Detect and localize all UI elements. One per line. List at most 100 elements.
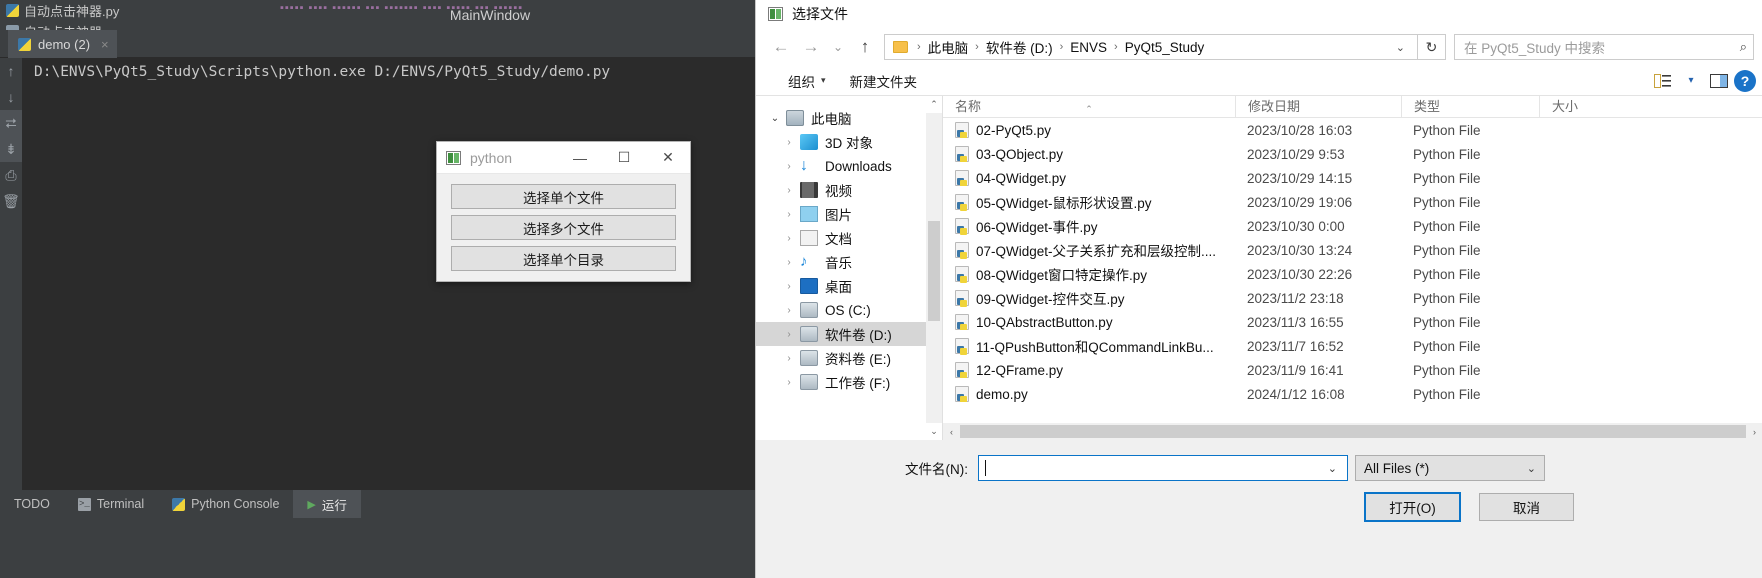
column-header-date[interactable]: 修改日期 (1235, 96, 1401, 118)
table-row[interactable]: 04-QWidget.py 2023/10/29 14:15 Python Fi… (943, 166, 1762, 190)
breadcrumb-sep: › (975, 41, 979, 53)
nav-item-documents[interactable]: › 文档 (756, 226, 926, 250)
nav-item-3d-objects[interactable]: › 3D 对象 (756, 130, 926, 154)
chevron-down-icon[interactable]: ⌄ (1527, 462, 1540, 475)
table-row[interactable]: 09-QWidget-控件交互.py 2023/11/2 23:18 Pytho… (943, 286, 1762, 310)
python-app-window: python — ☐ ✕ 选择单个文件 选择多个文件 选择单个目录 (436, 141, 691, 282)
up-arrow-icon[interactable]: ↑ (0, 58, 22, 84)
nav-item-work-f[interactable]: › 工作卷 (F:) (756, 370, 926, 394)
up-one-level-icon[interactable]: ↑ (850, 32, 880, 62)
print-icon[interactable]: ⎙ (0, 162, 22, 188)
table-row[interactable]: 12-QFrame.py 2023/11/9 16:41 Python File (943, 358, 1762, 382)
scroll-right-icon[interactable]: › (1746, 423, 1762, 440)
scroll-left-icon[interactable]: ‹ (943, 423, 960, 440)
file-name-cell: 04-QWidget.py (943, 170, 1235, 186)
open-button[interactable]: 打开(O) (1364, 492, 1461, 522)
nav-item-pictures[interactable]: › 图片 (756, 202, 926, 226)
run-tab-demo[interactable]: demo (2) × (8, 30, 117, 58)
breadcrumb-item-0[interactable]: 此电脑 (928, 37, 969, 57)
nav-item-videos[interactable]: › 视频 (756, 178, 926, 202)
nav-item-os-c[interactable]: › OS (C:) (756, 298, 926, 322)
statusbar-run[interactable]: ▶ 运行 (293, 490, 361, 518)
table-row[interactable]: demo.py 2024/1/12 16:08 Python File (943, 382, 1762, 406)
breadcrumb-item-3[interactable]: PyQt5_Study (1125, 40, 1205, 55)
table-row[interactable]: 02-PyQt5.py 2023/10/28 16:03 Python File (943, 118, 1762, 142)
file-name-label: 05-QWidget-鼠标形状设置.py (976, 196, 1152, 211)
down-arrow-icon[interactable]: ↓ (0, 84, 22, 110)
column-header-type[interactable]: 类型 (1401, 96, 1539, 118)
view-list-icon[interactable] (1650, 70, 1676, 92)
scrollbar-thumb[interactable] (928, 221, 940, 321)
scroll-up-icon[interactable]: ⌃ (926, 96, 942, 113)
chevron-down-icon[interactable]: ⌄ (1328, 462, 1343, 475)
refresh-icon[interactable]: ↻ (1418, 34, 1446, 60)
table-row[interactable]: 03-QObject.py 2023/10/29 9:53 Python Fil… (943, 142, 1762, 166)
table-row[interactable]: 11-QPushButton和QCommandLinkBu... 2023/11… (943, 334, 1762, 358)
project-file-row[interactable]: 自动点击神器.py (0, 0, 225, 21)
soft-wrap-icon[interactable]: ⮂ (0, 110, 22, 136)
file-type-cell: Python File (1413, 314, 1481, 330)
scrollbar-track[interactable] (926, 113, 942, 423)
filename-input[interactable]: ⌄ (978, 455, 1348, 481)
search-input[interactable]: 在 PyQt5_Study 中搜索 ⌕ (1454, 34, 1754, 60)
chevron-right-icon[interactable]: › (778, 353, 800, 364)
scroll-to-end-icon[interactable]: ⇟ (0, 136, 22, 162)
nav-pane-scrollbar[interactable]: ⌃ ⌄ (926, 96, 942, 440)
help-icon[interactable]: ? (1734, 69, 1756, 92)
file-type-filter-select[interactable]: All Files (*) ⌄ (1355, 455, 1545, 481)
chevron-right-icon[interactable]: › (778, 329, 800, 340)
scrollbar-thumb[interactable] (960, 425, 1746, 438)
qt-app-icon (768, 7, 783, 21)
minimize-icon[interactable]: — (558, 142, 602, 174)
chevron-right-icon[interactable]: › (778, 161, 800, 172)
select-single-file-button[interactable]: 选择单个文件 (451, 184, 676, 209)
back-icon[interactable]: ← (766, 32, 796, 62)
ide-window: ▪▪▪▪▪ ▪▪▪▪ ▪▪▪▪▪▪ ▪▪▪ ▪▪▪▪▪▪▪ ▪▪▪▪ ▪▪▪▪▪… (0, 0, 755, 578)
chevron-down-icon[interactable]: ⌄ (764, 113, 786, 124)
organize-button[interactable]: 组织 ▾ (776, 71, 838, 91)
table-row[interactable]: 05-QWidget-鼠标形状设置.py 2023/10/29 19:06 Py… (943, 190, 1762, 214)
table-row[interactable]: 06-QWidget-事件.py 2023/10/30 0:00 Python … (943, 214, 1762, 238)
statusbar-python-console[interactable]: Python Console (158, 490, 293, 518)
column-header-name[interactable]: 名称 ⌃ (943, 96, 1235, 118)
forward-icon[interactable]: → (796, 32, 826, 62)
chevron-right-icon[interactable]: › (778, 233, 800, 244)
chevron-down-icon[interactable]: ▾ (1678, 70, 1704, 92)
trash-icon[interactable]: 🗑 (0, 188, 22, 214)
table-row[interactable]: 08-QWidget窗口特定操作.py 2023/10/30 22:26 Pyt… (943, 262, 1762, 286)
chevron-right-icon[interactable]: › (778, 281, 800, 292)
editor-tab-mainwindow[interactable]: MainWindow (225, 0, 755, 30)
chevron-right-icon[interactable]: › (778, 305, 800, 316)
chevron-right-icon[interactable]: › (778, 257, 800, 268)
nav-item-downloads[interactable]: › Downloads (756, 154, 926, 178)
nav-item-desktop[interactable]: › 桌面 (756, 274, 926, 298)
nav-item-this-pc[interactable]: ⌄ 此电脑 (756, 106, 926, 130)
table-row[interactable]: 10-QAbstractButton.py 2023/11/3 16:55 Py… (943, 310, 1762, 334)
chevron-right-icon[interactable]: › (778, 185, 800, 196)
breadcrumb-item-2[interactable]: ENVS (1070, 40, 1107, 55)
table-row[interactable]: 07-QWidget-父子关系扩充和层级控制.... 2023/10/30 13… (943, 238, 1762, 262)
statusbar-todo[interactable]: TODO (0, 490, 64, 518)
chevron-down-icon[interactable]: ⌄ (1388, 41, 1413, 54)
close-icon[interactable]: ✕ (646, 142, 690, 174)
breadcrumb-item-1[interactable]: 软件卷 (D:) (986, 37, 1053, 57)
nav-item-music[interactable]: › 音乐 (756, 250, 926, 274)
nav-item-software-d[interactable]: › 软件卷 (D:) (756, 322, 926, 346)
select-multiple-files-button[interactable]: 选择多个文件 (451, 215, 676, 240)
select-single-directory-button[interactable]: 选择单个目录 (451, 246, 676, 271)
chevron-right-icon[interactable]: › (778, 137, 800, 148)
chevron-right-icon[interactable]: › (778, 377, 800, 388)
preview-pane-icon[interactable] (1706, 70, 1732, 92)
breadcrumb[interactable]: › 此电脑 › 软件卷 (D:) › ENVS › PyQt5_Study ⌄ (884, 34, 1418, 60)
file-list-horizontal-scrollbar[interactable]: ‹ › (943, 423, 1762, 440)
maximize-icon[interactable]: ☐ (602, 142, 646, 174)
nav-item-data-e[interactable]: › 资料卷 (E:) (756, 346, 926, 370)
close-icon[interactable]: × (101, 37, 109, 52)
cancel-button[interactable]: 取消 (1479, 493, 1574, 521)
new-folder-button[interactable]: 新建文件夹 (838, 71, 930, 91)
chevron-right-icon[interactable]: › (778, 209, 800, 220)
statusbar-terminal[interactable]: >_ Terminal (64, 490, 158, 518)
column-header-size[interactable]: 大小 (1539, 96, 1629, 118)
recent-locations-icon[interactable]: ⌄ (826, 32, 850, 62)
scroll-down-icon[interactable]: ⌄ (926, 423, 942, 440)
